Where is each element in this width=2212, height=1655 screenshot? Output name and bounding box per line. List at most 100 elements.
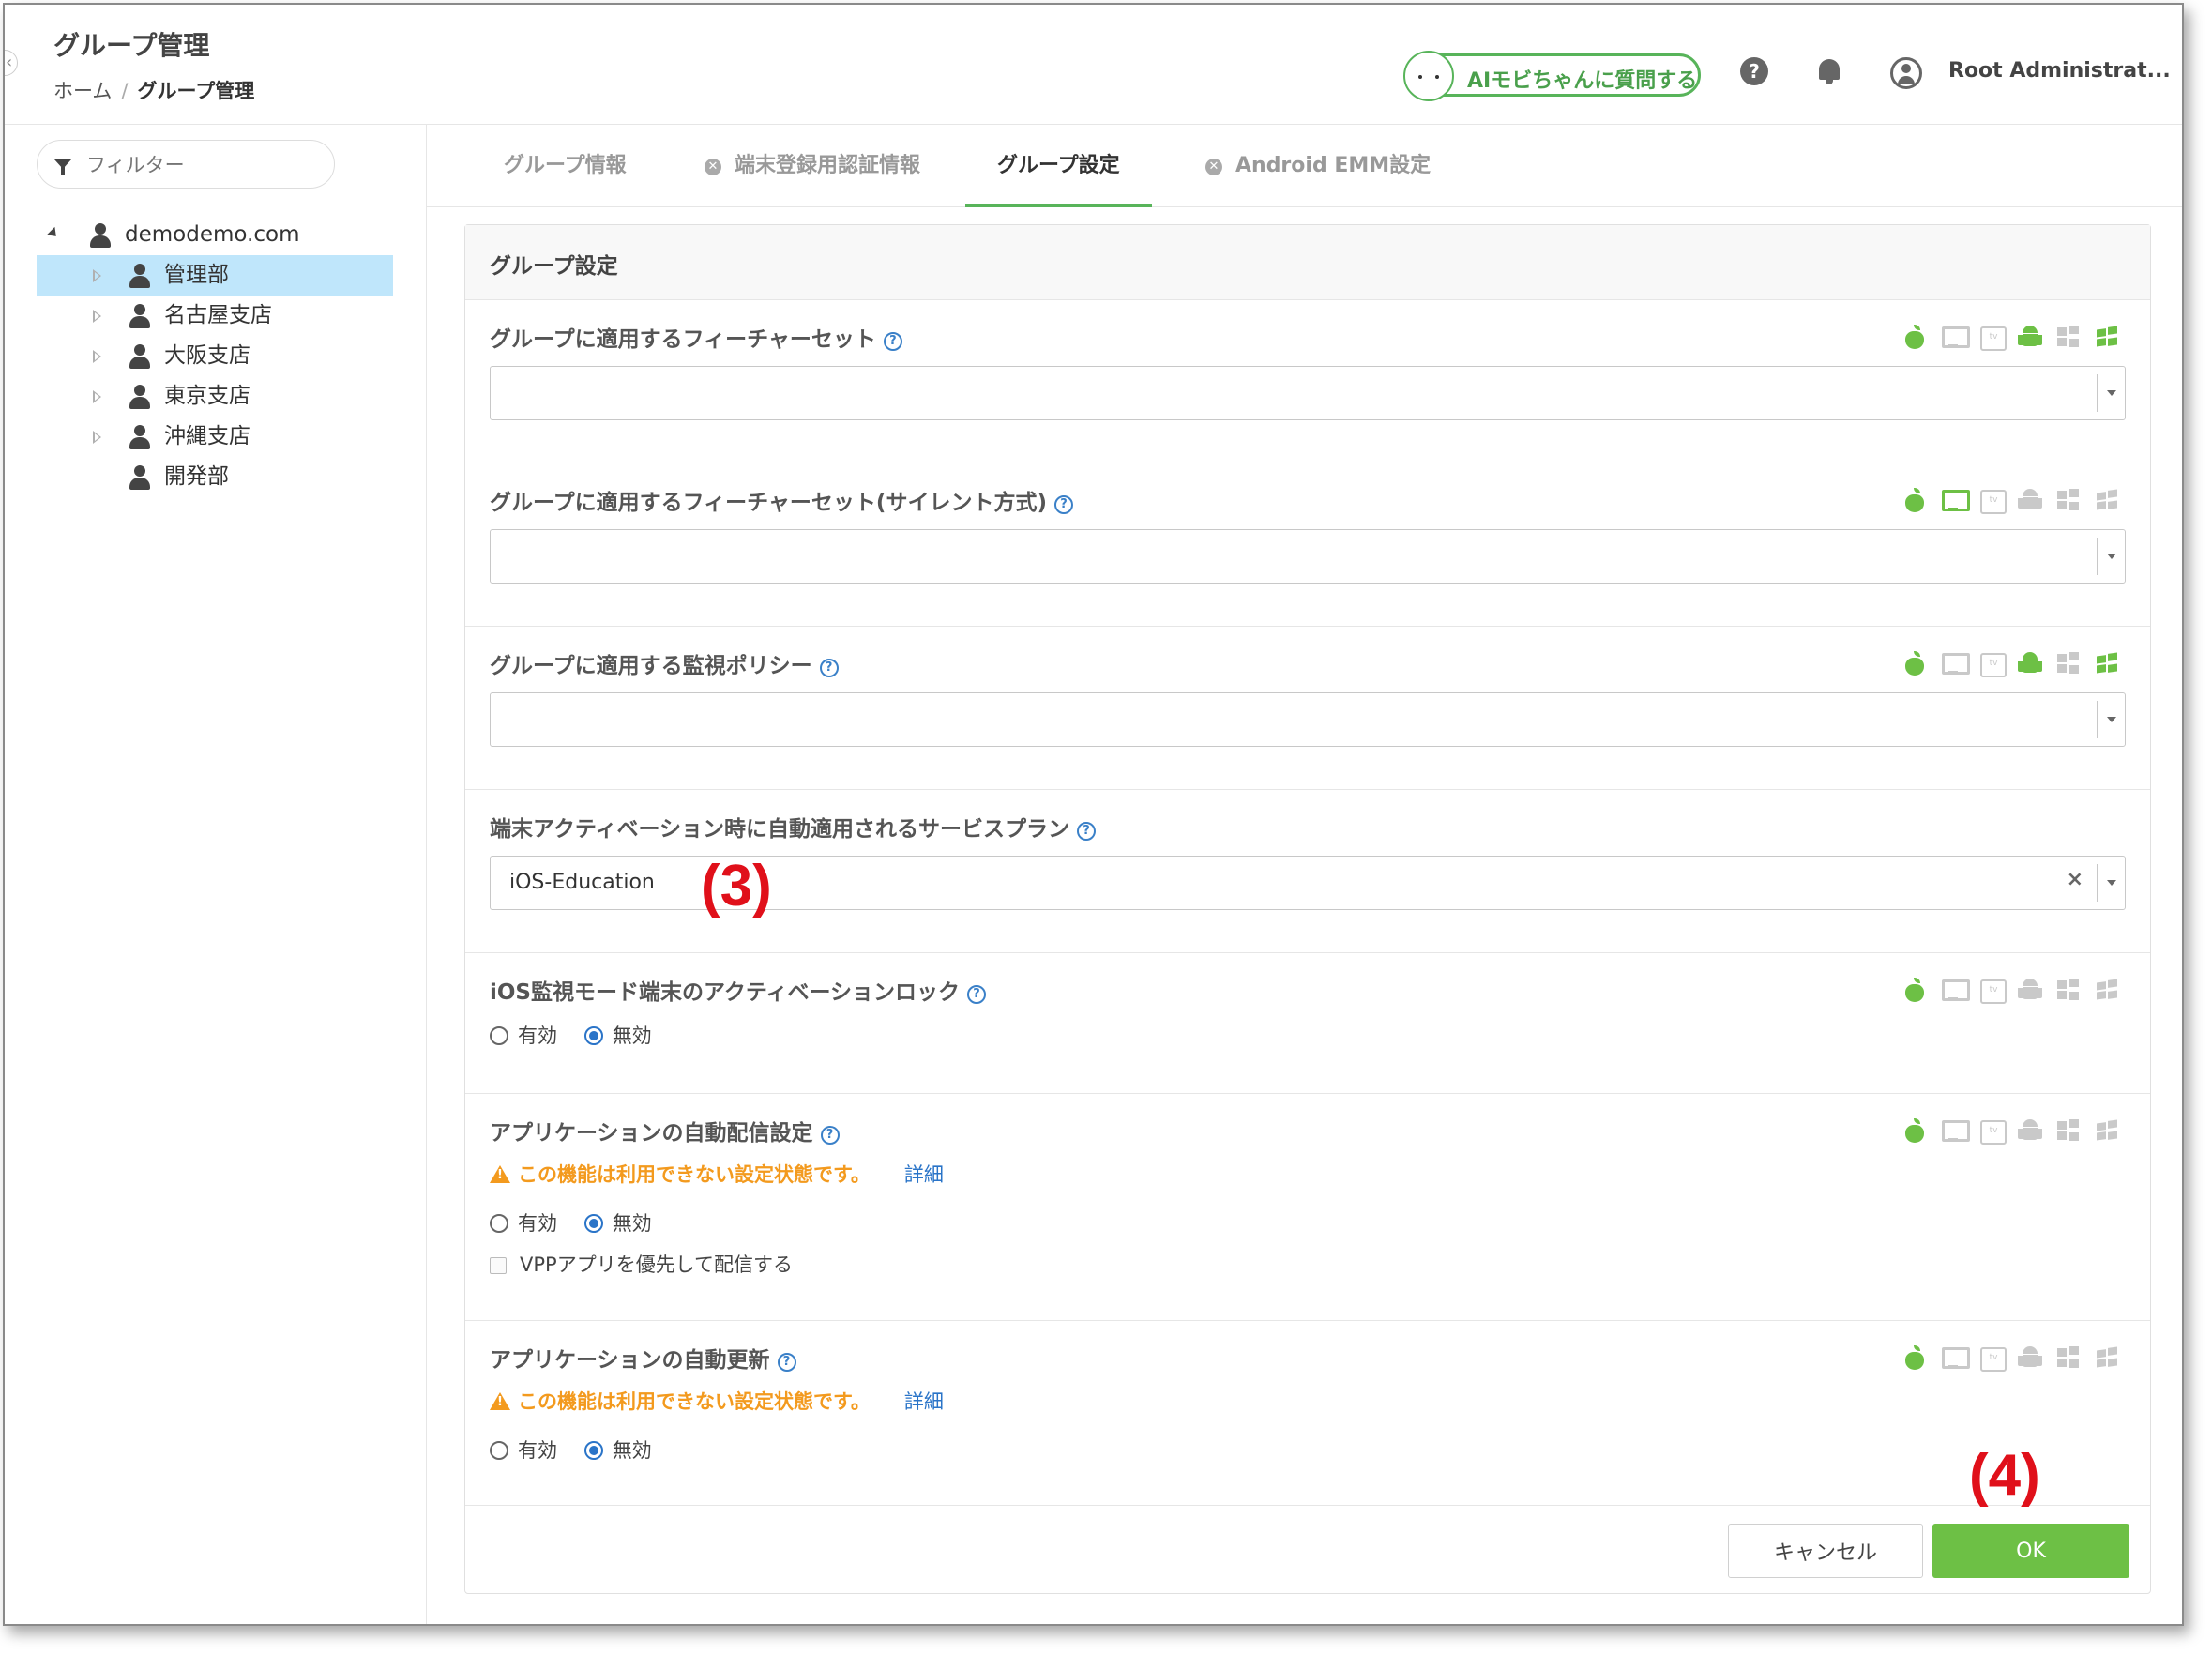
section-monitor-policy: グループに適用する監視ポリシー? <box>465 627 2150 790</box>
tree-item[interactable]: 名古屋支店 <box>37 296 393 336</box>
radio-disable[interactable] <box>583 1026 603 1045</box>
help-icon[interactable]: ? <box>1740 57 1768 85</box>
auto-update-options: 有効 無効 <box>490 1435 673 1464</box>
help-circle-icon[interactable]: ? <box>1053 495 1073 514</box>
collapse-arrow-icon[interactable] <box>93 390 101 403</box>
windows-phone-icon <box>2095 323 2119 351</box>
user-group-icon <box>129 425 151 449</box>
expand-icon[interactable] <box>46 226 61 241</box>
apple-tv-icon <box>1979 651 2007 677</box>
breadcrumb-home[interactable]: ホーム <box>53 80 112 102</box>
monitor-policy-select[interactable] <box>490 692 2126 747</box>
feature-set-silent-select[interactable] <box>490 529 2126 584</box>
apple-tv-icon <box>1979 1118 2007 1145</box>
section-label: 端末アクティベーション時に自動適用されるサービスプラン? <box>490 811 1097 843</box>
filter-box[interactable] <box>37 140 335 189</box>
section-auto-update: アプリケーションの自動更新? この機能は利用できない設定状態です。詳細 有効 無… <box>465 1321 2150 1505</box>
breadcrumb: ホーム / グループ管理 <box>53 76 254 104</box>
apple-tv-icon <box>1979 1345 2007 1372</box>
tree-item[interactable]: 東京支店 <box>37 376 393 417</box>
help-circle-icon[interactable]: ? <box>777 1353 796 1372</box>
platform-icons <box>1902 651 2128 677</box>
collapse-arrow-icon[interactable] <box>93 269 101 282</box>
auto-distribution-options: 有効 無効 <box>490 1208 673 1237</box>
chevron-down-icon[interactable] <box>2097 374 2125 412</box>
chevron-down-icon[interactable] <box>2097 864 2125 902</box>
radio-enable[interactable] <box>490 1214 508 1233</box>
feature-set-select[interactable] <box>490 366 2126 420</box>
tab-label: グループ情報 <box>504 154 627 177</box>
filter-input[interactable] <box>86 152 321 178</box>
windows-icon <box>2056 978 2081 1002</box>
android-icon <box>2018 488 2042 512</box>
apple-tv-icon <box>1979 978 2007 1004</box>
collapse-arrow-icon[interactable] <box>93 310 101 323</box>
apple-tv-icon <box>1979 325 2007 351</box>
windows-phone-icon <box>2095 1344 2119 1372</box>
android-icon <box>2018 651 2042 676</box>
page-title: グループ管理 <box>53 30 210 61</box>
radio-enable[interactable] <box>490 1026 508 1045</box>
tree-item[interactable]: 沖縄支店 <box>37 417 393 457</box>
platform-icons <box>1902 488 2128 514</box>
user-menu[interactable]: Root Administrat... <box>1948 59 2171 83</box>
chevron-left-icon: ‹ <box>6 53 13 72</box>
tab-group-settings[interactable]: グループ設定 <box>965 125 1152 207</box>
sidebar-collapse-handle[interactable]: ‹ <box>5 50 18 76</box>
tree-item[interactable]: 開発部 <box>37 457 393 497</box>
tab-android-emm[interactable]: ✕ Android EMM設定 <box>1205 125 1431 207</box>
panel-footer-divider <box>465 1505 2150 1506</box>
collapse-arrow-icon[interactable] <box>93 350 101 363</box>
bell-icon[interactable] <box>1815 57 1843 85</box>
filter-icon <box>54 159 71 175</box>
section-label: グループに適用するフィーチャーセット(サイレント方式)? <box>490 484 1073 516</box>
group-tree: demodemo.com 管理部 名古屋支店 大阪支店 東京支店 沖縄支店 開発… <box>37 215 393 497</box>
help-circle-icon[interactable]: ? <box>820 1126 840 1145</box>
ai-assistant-button[interactable]: AIモビちゃんに質問する <box>1403 51 1701 101</box>
chevron-down-icon[interactable] <box>2097 538 2125 575</box>
apple-icon <box>1902 1118 1927 1143</box>
user-group-icon <box>129 264 151 288</box>
macos-icon <box>1941 1345 1970 1370</box>
macos-icon <box>1941 978 1970 1002</box>
detail-link[interactable]: 詳細 <box>904 1390 944 1413</box>
section-label: グループに適用するフィーチャーセット? <box>490 321 902 353</box>
help-circle-icon[interactable]: ? <box>1077 822 1097 841</box>
tab-group-info[interactable]: グループ情報 <box>504 125 627 207</box>
tree-item-selected[interactable]: 管理部 <box>37 255 393 296</box>
service-plan-value: iOS-Education <box>509 871 655 894</box>
platform-icons <box>1902 323 2128 351</box>
platform-icons <box>1902 1116 2128 1145</box>
cancel-button[interactable]: キャンセル <box>1728 1524 1923 1578</box>
collapse-arrow-icon[interactable] <box>93 431 101 444</box>
help-circle-icon[interactable]: ? <box>883 332 902 351</box>
tree-item-label: demodemo.com <box>125 222 300 247</box>
tree-item[interactable]: 大阪支店 <box>37 336 393 376</box>
apple-icon <box>1902 1345 1927 1370</box>
radio-disable[interactable] <box>583 1441 603 1460</box>
windows-icon <box>2056 325 2081 349</box>
x-circle-icon: ✕ <box>705 159 721 175</box>
mascot-icon <box>1403 51 1454 101</box>
radio-enable[interactable] <box>490 1441 508 1460</box>
vpp-priority-checkbox[interactable] <box>490 1257 507 1274</box>
tab-bar: グループ情報 ✕ 端末登録用認証情報 グループ設定 ✕ Android EMM設定 <box>427 125 2182 207</box>
breadcrumb-separator: / <box>121 80 129 102</box>
tab-label: Android EMM設定 <box>1235 154 1432 177</box>
detail-link[interactable]: 詳細 <box>904 1163 944 1186</box>
header: ‹ グループ管理 ホーム / グループ管理 AIモビちゃんに質問する ? Root … <box>5 5 2182 125</box>
help-circle-icon[interactable]: ? <box>967 985 987 1004</box>
user-icon[interactable] <box>1890 57 1922 89</box>
help-circle-icon[interactable]: ? <box>819 659 839 677</box>
radio-disable[interactable] <box>583 1214 603 1233</box>
tab-label: 端末登録用認証情報 <box>735 154 921 177</box>
windows-phone-icon <box>2095 1116 2119 1145</box>
chevron-down-icon[interactable] <box>2097 701 2125 738</box>
ok-button[interactable]: OK <box>1932 1524 2129 1578</box>
clear-icon[interactable]: × <box>2067 868 2083 891</box>
macos-icon <box>1941 1118 1970 1143</box>
tree-item-root[interactable]: demodemo.com <box>37 215 393 255</box>
tab-enrollment-credentials[interactable]: ✕ 端末登録用認証情報 <box>705 125 920 207</box>
section-feature-set-silent: グループに適用するフィーチャーセット(サイレント方式)? <box>465 463 2150 627</box>
x-circle-icon: ✕ <box>1205 159 1222 175</box>
